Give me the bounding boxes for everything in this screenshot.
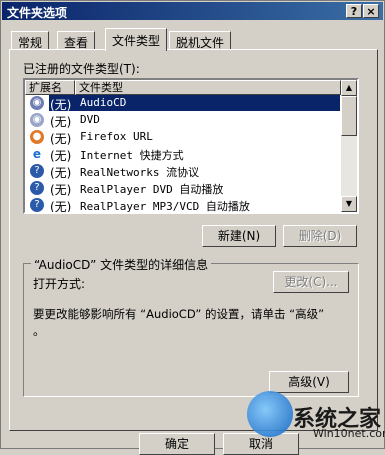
row-extension: (无) — [50, 132, 72, 146]
delete-button[interactable]: 删除(D) — [283, 225, 357, 247]
scroll-thumb[interactable] — [341, 96, 357, 136]
realplayer-icon: ? — [30, 164, 44, 178]
realplayer-icon: ? — [30, 198, 44, 212]
column-header-extension[interactable]: 扩展名 — [25, 80, 75, 95]
scroll-up-arrow-icon[interactable]: ▲ — [341, 80, 357, 96]
row-type: Firefox URL — [80, 130, 153, 143]
window-title: 文件夹选项 — [7, 6, 68, 20]
list-item[interactable]: ● (无) Firefox URL — [25, 129, 341, 146]
row-extension: (无) — [50, 183, 72, 197]
watermark-url: Win10net.com — [313, 427, 385, 440]
list-item[interactable]: ◉ (无) AudioCD — [25, 95, 341, 112]
registered-types-label: 已注册的文件类型(T): — [23, 62, 140, 76]
tab-general[interactable]: 常规 — [11, 31, 50, 50]
row-extension: (无) — [50, 115, 72, 129]
ok-button[interactable]: 确定 — [139, 433, 215, 455]
audiocd-icon: ◉ — [30, 96, 44, 110]
cancel-button[interactable]: 取消 — [223, 433, 299, 455]
change-button[interactable]: 更改(C)... — [273, 271, 349, 293]
list-item[interactable]: ? (无) RealPlayer DVD 自动播放 — [25, 180, 341, 197]
row-type: RealPlayer MP3/VCD 自动播放 — [80, 200, 250, 213]
firefox-icon: ● — [30, 130, 44, 144]
details-group-title: “AudioCD” 文件类型的详细信息 — [31, 256, 212, 273]
list-item[interactable]: ? (无) RealNetworks 流协议 — [25, 163, 341, 180]
help-button[interactable]: ? — [346, 4, 362, 18]
details-description-end: 。 — [33, 324, 46, 338]
tab-file-types[interactable]: 文件类型 — [105, 28, 168, 51]
list-item[interactable]: e (无) Internet 快捷方式 — [25, 146, 341, 163]
file-types-list[interactable]: 扩展名 文件类型 ◉ (无) AudioCD ◉ (无) DVD ● (无) F… — [23, 78, 359, 214]
row-extension: (无) — [50, 149, 72, 163]
dvd-icon: ◉ — [30, 113, 44, 127]
list-vertical-scrollbar[interactable]: ▲ ▼ — [341, 80, 357, 212]
row-type: RealPlayer DVD 自动播放 — [80, 183, 224, 196]
tab-strip: 常规 查看 文件类型 脱机文件 — [9, 28, 379, 51]
folder-options-window: 文件夹选项 ? × 常规 查看 文件类型 脱机文件 已注册的文件类型(T): 扩… — [0, 0, 385, 455]
row-type: AudioCD — [80, 96, 127, 109]
row-type: Internet 快捷方式 — [80, 149, 184, 162]
details-description: 要更改能够影响所有 “AudioCD” 的设置，请单击 “高级” — [33, 307, 325, 321]
row-extension: (无) — [50, 98, 72, 112]
realplayer-icon: ? — [30, 181, 44, 195]
row-type: DVD — [80, 113, 100, 126]
scroll-down-arrow-icon[interactable]: ▼ — [341, 196, 357, 212]
ie-icon: e — [32, 147, 42, 161]
list-item[interactable]: ◉ (无) DVD — [25, 112, 341, 129]
close-button[interactable]: × — [363, 4, 379, 18]
new-button[interactable]: 新建(N) — [202, 225, 276, 247]
column-header-file-type[interactable]: 文件类型 — [75, 80, 341, 95]
advanced-button[interactable]: 高级(V) — [269, 371, 349, 393]
row-type: RealNetworks 流协议 — [80, 166, 200, 179]
tab-view[interactable]: 查看 — [57, 31, 96, 50]
row-extension: (无) — [50, 200, 72, 214]
watermark-logo-icon — [247, 391, 293, 437]
tab-offline-files[interactable]: 脱机文件 — [169, 31, 232, 50]
open-with-label: 打开方式: — [33, 277, 86, 291]
row-extension: (无) — [50, 166, 72, 180]
title-bar: 文件夹选项 ? × — [2, 2, 383, 20]
list-item[interactable]: ? (无) RealPlayer MP3/VCD 自动播放 — [25, 197, 341, 214]
